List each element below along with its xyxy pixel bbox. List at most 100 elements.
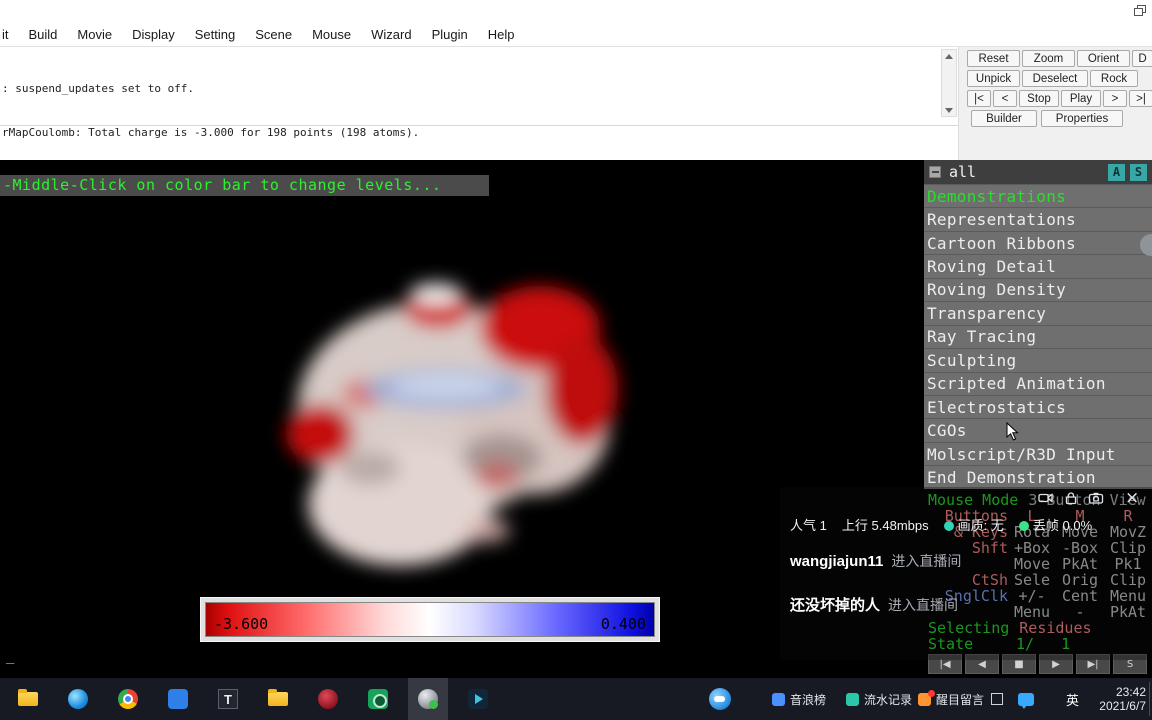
tray-icon-chat[interactable]: [1012, 678, 1040, 720]
stat-quality: 画质: 无: [943, 515, 1004, 534]
sidebar-item-sculpting[interactable]: Sculpting: [924, 348, 1152, 371]
movie-play-button[interactable]: Play: [1061, 90, 1101, 107]
object-row-all[interactable]: all A S: [924, 160, 1152, 184]
log-icon: [846, 693, 859, 706]
sidebar-item-representations[interactable]: Representations: [924, 207, 1152, 230]
taskbar-clock[interactable]: 23:42 2021/6/7: [1086, 685, 1146, 713]
menu-item-setting[interactable]: Setting: [185, 22, 245, 47]
clock-date: 2021/6/7: [1099, 699, 1146, 713]
unpick-button[interactable]: Unpick: [967, 70, 1020, 87]
reset-button[interactable]: Reset: [967, 50, 1020, 67]
scroll-up-icon[interactable]: [943, 50, 955, 62]
weather-icon: [709, 688, 731, 710]
zoom-button[interactable]: Zoom: [1022, 50, 1075, 67]
notification-badge: [928, 690, 935, 697]
sidebar-item-molscript-r3d-input[interactable]: Molscript/R3D Input: [924, 441, 1152, 465]
taskbar-icon-folder[interactable]: [258, 678, 298, 720]
console-output: : suspend_updates set to off. rMapCoulom…: [0, 47, 958, 182]
colorbar-min-label: -3.600: [214, 615, 269, 633]
tray-icon-app[interactable]: [984, 678, 1010, 720]
stream-overlay: × 人气 1 上行 5.48mbps 画质: 无 丢帧 0.0% wangjia…: [780, 487, 1152, 660]
movie-prev-button[interactable]: <: [993, 90, 1017, 107]
window-restore-button[interactable]: [1128, 0, 1152, 22]
taskbar-icon-app-blue[interactable]: [158, 678, 198, 720]
taskbar-icon-browser[interactable]: [58, 678, 98, 720]
sidebar-item-transparency[interactable]: Transparency: [924, 301, 1152, 324]
stream-stats: 人气 1 上行 5.48mbps 画质: 无 丢帧 0.0%: [790, 515, 1092, 534]
videocam-icon[interactable]: [1038, 490, 1054, 506]
movie-next-button[interactable]: >: [1103, 90, 1127, 107]
sidebar-item-end-demonstration[interactable]: End Demonstration: [924, 465, 1152, 488]
console-line: : suspend_updates set to off.: [2, 82, 195, 95]
rock-button[interactable]: Rock: [1090, 70, 1138, 87]
screenshot-icon[interactable]: [1088, 490, 1104, 506]
colorbar-max-label: 0.400: [600, 615, 646, 633]
tray-square-icon: [991, 693, 1003, 705]
sidebar-item-electrostatics[interactable]: Electrostatics: [924, 394, 1152, 418]
blue-app-icon: [168, 689, 188, 709]
menu-item-display[interactable]: Display: [122, 22, 185, 47]
overlay-toolbar: ×: [1038, 489, 1152, 507]
properties-button[interactable]: Properties: [1041, 110, 1123, 127]
stat-uplink: 上行 5.48mbps: [841, 518, 929, 533]
folder-icon: [268, 689, 288, 706]
taskbar-icon-typora[interactable]: T: [208, 678, 248, 720]
sidebar-item-cartoon-ribbons[interactable]: Cartoon Ribbons: [924, 230, 1152, 254]
sidebar-item-roving-density[interactable]: Roving Density: [924, 277, 1152, 301]
menu-item-help[interactable]: Help: [478, 22, 525, 47]
taskbar-icon-pymol-active[interactable]: [408, 678, 448, 720]
tray-tool-soundwave-rank[interactable]: 音浪榜: [772, 691, 826, 708]
menu-item-wizard[interactable]: Wizard: [361, 22, 421, 47]
lock-icon[interactable]: [1063, 490, 1079, 506]
panel-collapse-button[interactable]: [929, 166, 941, 178]
object-action-button-a[interactable]: A: [1108, 163, 1125, 181]
sidebar-item-demonstrations[interactable]: Demonstrations: [924, 184, 1152, 207]
movie-first-button[interactable]: |<: [967, 90, 991, 107]
taskbar-icon-media[interactable]: [458, 678, 498, 720]
close-icon[interactable]: ×: [1125, 490, 1139, 507]
chat-message: 还没坏掉的人 进入直播间: [790, 597, 959, 614]
taskbar-icon-app-red[interactable]: [308, 678, 348, 720]
taskbar-icon-explorer[interactable]: [8, 678, 48, 720]
command-prompt[interactable]: _: [6, 648, 14, 664]
menu-item-build[interactable]: Build: [19, 22, 68, 47]
divider: [0, 125, 958, 126]
browser-icon: [68, 689, 88, 709]
menu-item-mouse[interactable]: Mouse: [302, 22, 361, 47]
console-scrollbar[interactable]: [941, 49, 957, 117]
sidebar-panel: all A S Demonstrations Representations C…: [924, 160, 1152, 489]
movie-stop-button[interactable]: Stop: [1019, 90, 1059, 107]
movie-last-button[interactable]: >|: [1129, 90, 1152, 107]
taskbar: T 音浪榜 流水记录 醒目留言 英 23:42 2021/6/7: [0, 678, 1152, 720]
builder-button[interactable]: Builder: [971, 110, 1037, 127]
deselect-button[interactable]: Deselect: [1022, 70, 1088, 87]
sidebar-item-roving-detail[interactable]: Roving Detail: [924, 254, 1152, 277]
menu-item-movie[interactable]: Movie: [67, 22, 122, 47]
color-bar[interactable]: -3.600 0.400: [200, 597, 660, 642]
comment-icon: [918, 690, 935, 706]
t-app-icon: T: [218, 689, 238, 709]
menu-item-plugin[interactable]: Plugin: [422, 22, 478, 47]
color-gradient: -3.600 0.400: [205, 602, 655, 637]
menu-item-scene[interactable]: Scene: [245, 22, 302, 47]
show-desktop-button[interactable]: [1149, 682, 1151, 716]
clock-time: 23:42: [1115, 685, 1146, 699]
window-titlebar: [0, 0, 1152, 22]
tray-weather[interactable]: [700, 678, 740, 720]
object-show-button-s[interactable]: S: [1130, 163, 1147, 181]
taskbar-icon-camera[interactable]: [358, 678, 398, 720]
sidebar-item-ray-tracing[interactable]: Ray Tracing: [924, 324, 1152, 348]
taskbar-icon-chrome[interactable]: [108, 678, 148, 720]
tray-tool-highlight-comment[interactable]: 醒目留言: [918, 690, 984, 708]
menu-item-edit[interactable]: it: [0, 22, 19, 47]
scroll-down-icon[interactable]: [943, 104, 955, 116]
tray-tool-revenue-log[interactable]: 流水记录: [846, 691, 912, 708]
folder-icon: [18, 689, 38, 706]
wizard-hint-text: -Middle-Click on color bar to change lev…: [0, 175, 489, 196]
sidebar-item-cgos[interactable]: CGOs: [924, 418, 1152, 441]
orient-button[interactable]: Orient: [1077, 50, 1130, 67]
sidebar-item-scripted-animation[interactable]: Scripted Animation: [924, 371, 1152, 395]
input-language-indicator[interactable]: 英: [1066, 690, 1079, 709]
draw-button[interactable]: D: [1132, 50, 1152, 67]
camera-app-icon: [368, 689, 388, 709]
